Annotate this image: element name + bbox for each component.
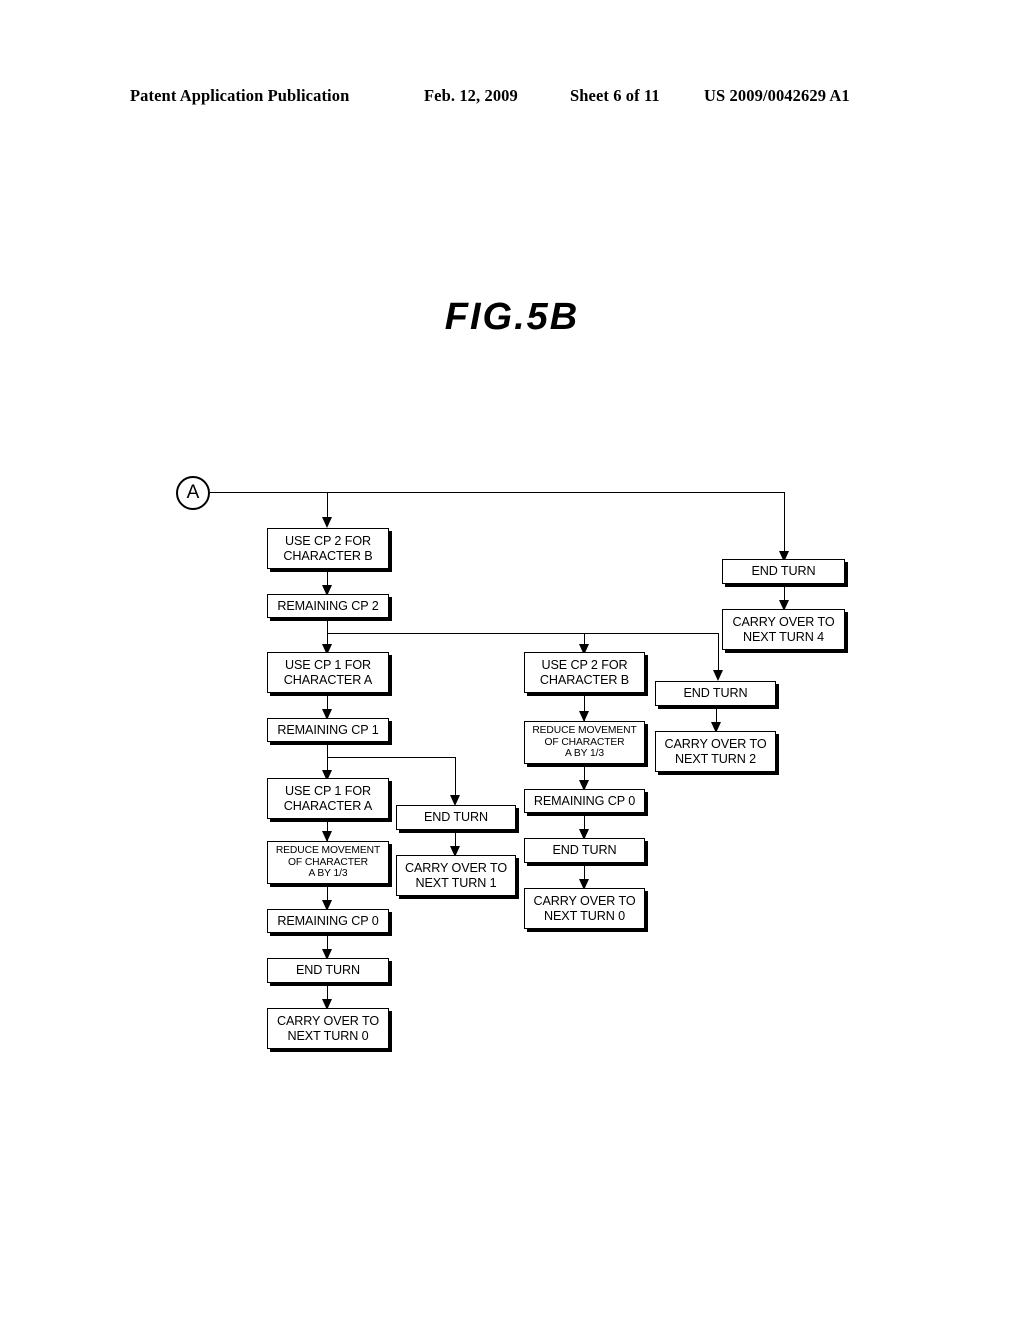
node-carry-over-next-turn-0-left: CARRY OVER TO NEXT TURN 0 bbox=[267, 1008, 389, 1049]
edge-remaining-cp2-bus bbox=[327, 633, 719, 634]
node-carry-over-next-turn-2: CARRY OVER TO NEXT TURN 2 bbox=[655, 731, 776, 772]
node-line-1: CARRY OVER TO bbox=[404, 861, 508, 875]
node-line-3: A BY 1/3 bbox=[564, 748, 605, 760]
node-line-1: REMAINING CP 0 bbox=[277, 913, 379, 928]
node-reduce-movement-mid: REDUCE MOVEMENT OF CHARACTER A BY 1/3 bbox=[524, 721, 645, 764]
node-reduce-movement-left: REDUCE MOVEMENT OF CHARACTER A BY 1/3 bbox=[267, 841, 389, 884]
node-end-turn-col2: END TURN bbox=[396, 805, 516, 830]
node-line-2: NEXT TURN 2 bbox=[674, 751, 756, 766]
node-use-cp2-for-character-b-2: USE CP 2 FOR CHARACTER B bbox=[524, 652, 645, 693]
edge-remaining-cp2-stub bbox=[327, 618, 328, 634]
node-end-turn-mid: END TURN bbox=[524, 838, 645, 863]
node-remaining-cp-0-mid: REMAINING CP 0 bbox=[524, 789, 645, 813]
node-use-cp1-for-character-a-1: USE CP 1 FOR CHARACTER A bbox=[267, 652, 389, 693]
node-end-turn-col4: END TURN bbox=[655, 681, 776, 706]
node-line-2: OF CHARACTER bbox=[287, 856, 369, 868]
node-carry-over-next-turn-1: CARRY OVER TO NEXT TURN 1 bbox=[396, 855, 516, 896]
node-line-1: CARRY OVER TO bbox=[533, 894, 636, 908]
node-line-2: NEXT TURN 1 bbox=[415, 875, 497, 890]
node-line-1: END TURN bbox=[751, 564, 816, 579]
node-line-2: OF CHARACTER bbox=[544, 736, 625, 748]
node-line-1: END TURN bbox=[552, 843, 617, 858]
node-line-1: CARRY OVER TO bbox=[276, 1014, 380, 1028]
node-line-2: CHARACTER A bbox=[283, 798, 373, 813]
node-line-1: REMAINING CP 2 bbox=[277, 598, 379, 613]
node-use-cp2-for-character-b-1: USE CP 2 FOR CHARACTER B bbox=[267, 528, 389, 569]
edge-remaining-cp1-stub bbox=[327, 742, 328, 758]
node-end-turn-left: END TURN bbox=[267, 958, 389, 983]
node-line-1: END TURN bbox=[295, 963, 361, 978]
edge-trunk-to-end-turn-col5 bbox=[784, 492, 785, 557]
node-line-3: A BY 1/3 bbox=[308, 868, 348, 880]
node-line-1: USE CP 1 FOR bbox=[284, 784, 372, 798]
node-line-1: USE CP 2 FOR bbox=[284, 534, 372, 548]
node-carry-over-next-turn-0-mid: CARRY OVER TO NEXT TURN 0 bbox=[524, 888, 645, 929]
node-line-1: CARRY OVER TO bbox=[732, 615, 835, 629]
node-line-1: REDUCE MOVEMENT bbox=[532, 725, 637, 737]
node-line-1: END TURN bbox=[423, 810, 489, 825]
edge-a-to-top-trunk bbox=[210, 492, 785, 493]
flowchart-fig-5b: A USE CP 2 FOR CHARACTER B REMAINING CP … bbox=[0, 0, 1024, 1320]
node-line-1: CARRY OVER TO bbox=[664, 737, 767, 751]
node-use-cp1-for-character-a-2: USE CP 1 FOR CHARACTER A bbox=[267, 778, 389, 819]
node-line-2: CHARACTER B bbox=[539, 672, 630, 687]
edge-bus-to-end-turn-col4 bbox=[718, 633, 719, 675]
node-remaining-cp-0-left: REMAINING CP 0 bbox=[267, 909, 389, 933]
node-carry-over-next-turn-4: CARRY OVER TO NEXT TURN 4 bbox=[722, 609, 845, 650]
connector-circle-a: A bbox=[176, 476, 210, 510]
node-line-1: END TURN bbox=[683, 686, 748, 701]
node-line-1: USE CP 1 FOR bbox=[284, 658, 372, 672]
node-line-2: NEXT TURN 0 bbox=[543, 908, 625, 923]
connector-circle-label: A bbox=[186, 482, 200, 503]
node-line-1: REMAINING CP 1 bbox=[277, 722, 379, 737]
arrowhead-to-use-cp2-b-1 bbox=[322, 517, 332, 528]
node-line-1: USE CP 2 FOR bbox=[541, 658, 628, 672]
node-line-2: CHARACTER B bbox=[283, 548, 373, 563]
node-remaining-cp-2: REMAINING CP 2 bbox=[267, 594, 389, 618]
edge-remaining-cp1-bus bbox=[327, 757, 455, 758]
node-line-1: REMAINING CP 0 bbox=[533, 793, 636, 808]
arrowhead-to-end-turn-col4 bbox=[713, 670, 723, 681]
node-line-2: CHARACTER A bbox=[283, 672, 373, 687]
node-line-2: NEXT TURN 0 bbox=[287, 1028, 369, 1043]
node-line-1: REDUCE MOVEMENT bbox=[275, 845, 381, 857]
node-remaining-cp-1: REMAINING CP 1 bbox=[267, 718, 389, 742]
node-line-2: NEXT TURN 4 bbox=[742, 629, 824, 644]
node-end-turn-col5: END TURN bbox=[722, 559, 845, 584]
